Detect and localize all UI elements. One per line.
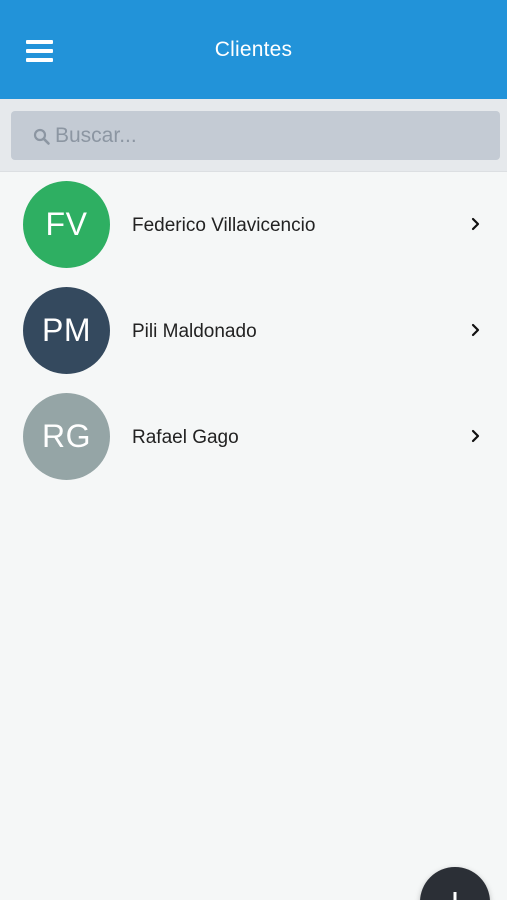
- avatar: FV: [23, 181, 110, 268]
- client-item-pili-maldonado[interactable]: PM Pili Maldonado: [0, 278, 507, 384]
- add-client-button[interactable]: [420, 867, 490, 900]
- avatar: PM: [23, 287, 110, 374]
- chevron-right-icon: [471, 429, 480, 443]
- plus-icon: [453, 892, 457, 900]
- client-item-rafael-gago[interactable]: RG Rafael Gago: [0, 384, 507, 490]
- chevron-right-icon: [471, 217, 480, 231]
- clientes-screen: Clientes FV Federico Villavicencio PM Pi…: [0, 0, 507, 900]
- search-bar: [0, 99, 507, 172]
- client-name: Federico Villavicencio: [132, 215, 316, 236]
- client-item-federico-villavicencio[interactable]: FV Federico Villavicencio: [0, 172, 507, 278]
- client-name: Pili Maldonado: [132, 321, 257, 342]
- client-list: FV Federico Villavicencio PM Pili Maldon…: [0, 172, 507, 490]
- search-icon: [33, 128, 50, 145]
- app-header: Clientes: [0, 0, 507, 99]
- search-box[interactable]: [11, 111, 500, 160]
- avatar: RG: [23, 393, 110, 480]
- search-input[interactable]: [55, 111, 485, 160]
- client-name: Rafael Gago: [132, 427, 239, 448]
- page-title: Clientes: [214, 38, 293, 61]
- chevron-right-icon: [471, 323, 480, 337]
